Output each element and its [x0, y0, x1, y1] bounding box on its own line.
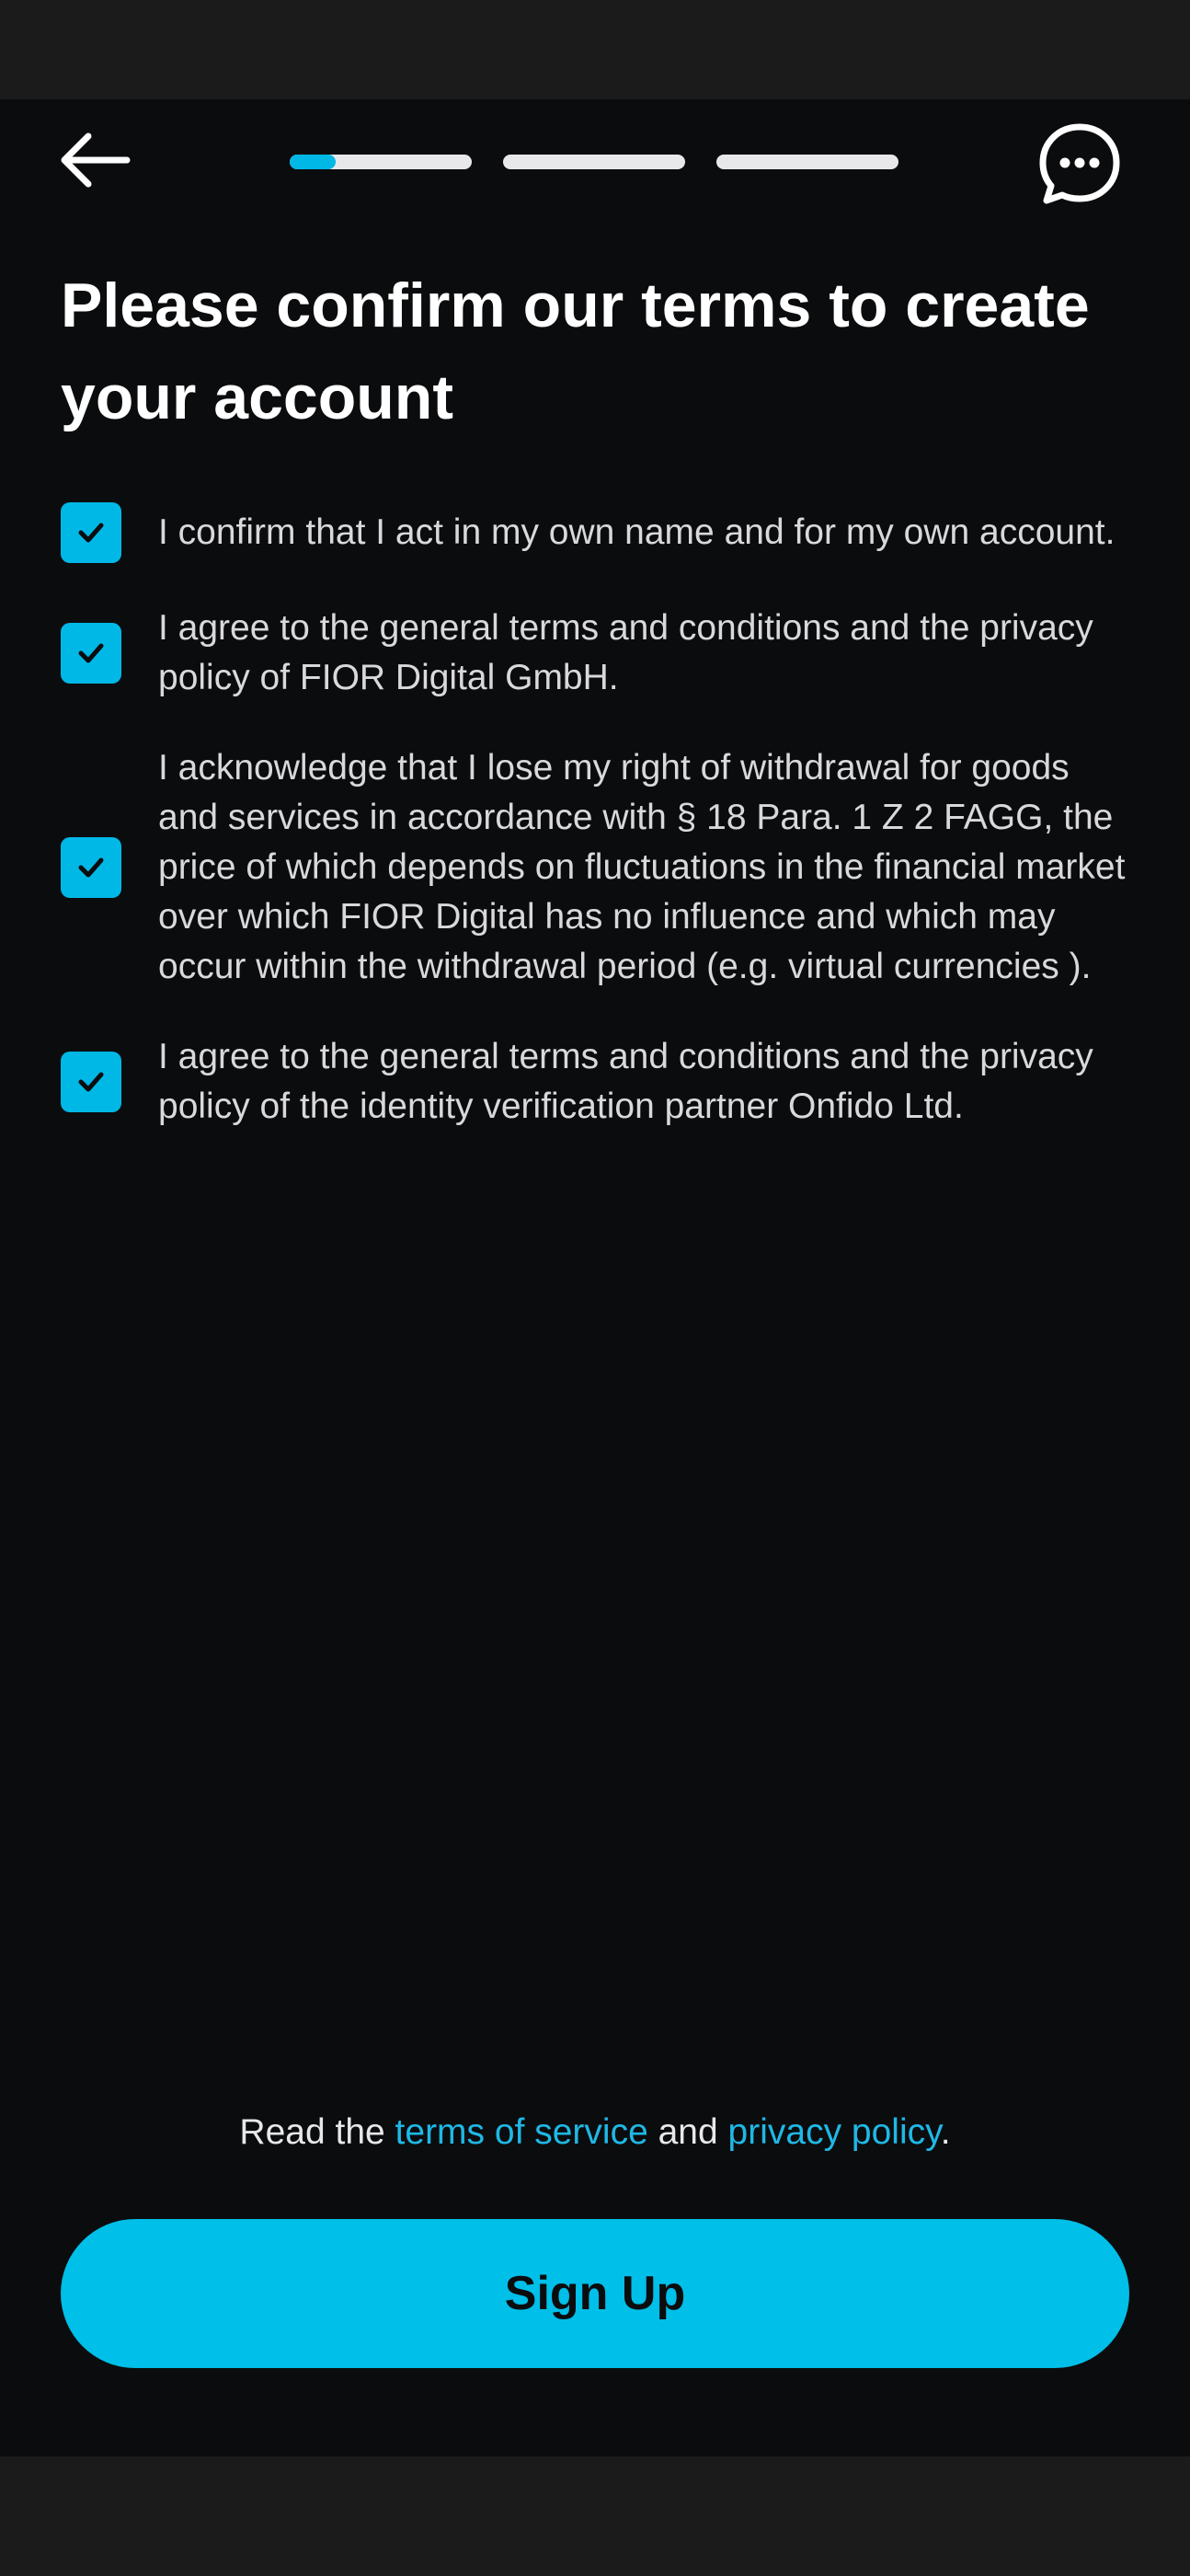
term-text: I agree to the general terms and conditi…: [158, 608, 1093, 697]
term-item-own-name: I confirm that I act in my own name and …: [61, 502, 1137, 563]
progress-step-2: [503, 155, 685, 169]
navigation-bar: [0, 2456, 1190, 2576]
terms-list: I confirm that I act in my own name and …: [61, 502, 1137, 1132]
arrow-left-icon: [61, 132, 131, 188]
term-text: I acknowledge that I lose my right of wi…: [158, 748, 1126, 986]
term-text: I confirm that I act in my own name and …: [158, 512, 1116, 552]
checkmark-icon: [78, 857, 104, 878]
progress-step-1: [290, 155, 472, 169]
term-checkbox-withdrawal[interactable]: [61, 837, 121, 898]
legal-suffix: .: [940, 2112, 951, 2152]
chat-button[interactable]: [1034, 120, 1126, 208]
term-item-fior-terms: I agree to the general terms and conditi…: [61, 604, 1137, 703]
checkmark-icon: [78, 523, 104, 543]
and-text: and: [647, 2112, 728, 2152]
screen: [0, 99, 1190, 2456]
term-item-onfido: I agree to the general terms and conditi…: [61, 1032, 1137, 1132]
legal-links: Read the terms of service and privacy po…: [0, 2107, 1190, 2158]
term-item-withdrawal: I acknowledge that I lose my right of wi…: [61, 743, 1137, 992]
terms-of-service-link[interactable]: terms of service: [395, 2112, 648, 2152]
sign-up-button[interactable]: Sign Up: [61, 2219, 1129, 2368]
privacy-policy-link[interactable]: privacy policy: [728, 2112, 941, 2152]
term-checkbox-onfido[interactable]: [61, 1052, 121, 1112]
term-checkbox-own-name[interactable]: [61, 502, 121, 563]
progress-indicator: [290, 155, 898, 169]
read-prefix: Read the: [239, 2112, 395, 2152]
progress-step-3: [716, 155, 898, 169]
progress-step-fill: [290, 155, 336, 169]
term-text: I agree to the general terms and conditi…: [158, 1037, 1093, 1126]
page-title: Please confirm our terms to create your …: [61, 270, 1090, 432]
term-checkbox-fior-terms[interactable]: [61, 623, 121, 684]
back-button[interactable]: [55, 127, 134, 193]
chat-bubble-icon: [1039, 123, 1120, 204]
checkmark-icon: [78, 1072, 104, 1092]
status-bar: [0, 0, 1190, 99]
checkmark-icon: [78, 643, 104, 663]
